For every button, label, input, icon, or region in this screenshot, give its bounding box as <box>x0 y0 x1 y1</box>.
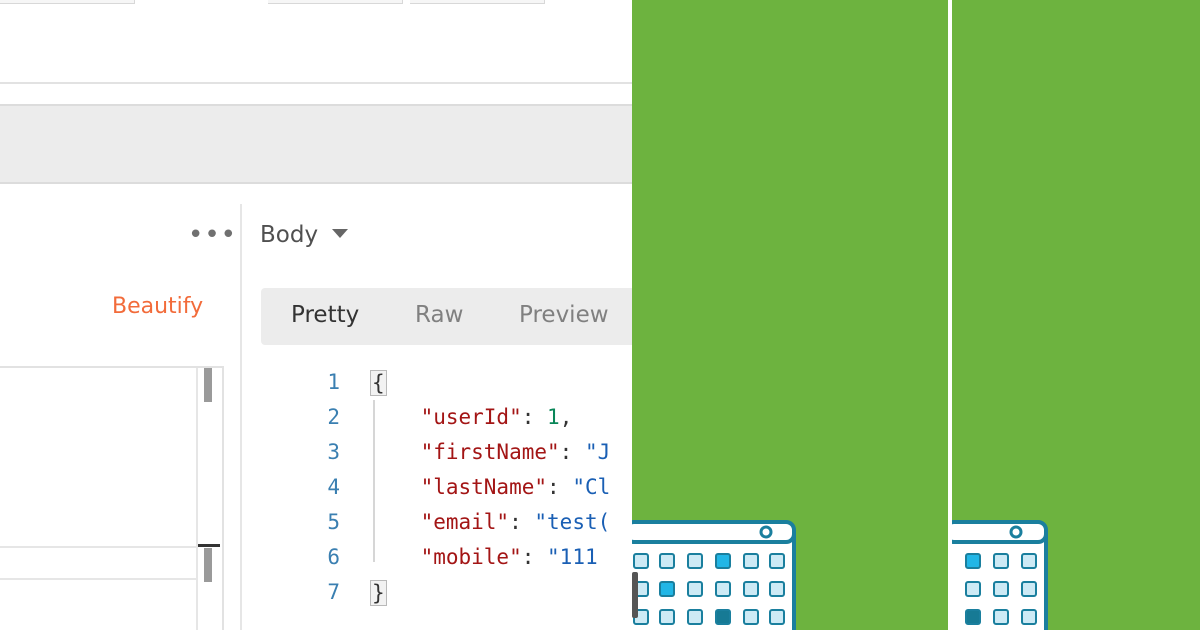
json-key: "email" <box>420 510 510 534</box>
code-line: "firstName": "J <box>420 440 611 464</box>
more-options-icon[interactable]: ••• <box>188 222 237 248</box>
caret-down-icon <box>332 229 349 238</box>
scroll-position-marker <box>198 544 220 547</box>
json-value: 1 <box>547 405 560 429</box>
response-code-view[interactable]: 1 2 3 4 5 6 7 { "userId": 1, "firstName"… <box>242 366 632 630</box>
json-value: "J <box>584 440 611 464</box>
code-line: "mobile": "111 <box>420 545 598 569</box>
code-line: "email": "test( <box>420 510 611 534</box>
request-body-pane: ••• Beautify <box>0 204 242 630</box>
json-key: "firstName" <box>420 440 560 464</box>
calendar-icon <box>632 520 796 630</box>
request-tab[interactable] <box>268 0 403 4</box>
code-line: { <box>370 370 387 396</box>
code-line: "lastName": "Cl <box>420 475 611 499</box>
scrollbar-thumb[interactable] <box>204 548 212 582</box>
json-value: "test( <box>534 510 611 534</box>
line-number: 7 <box>327 580 340 604</box>
line-number: 4 <box>327 475 340 499</box>
json-key: "userId" <box>420 405 522 429</box>
editor-scrollbar[interactable] <box>196 368 220 630</box>
body-dropdown[interactable]: Body <box>260 222 349 248</box>
close-brace: } <box>370 580 387 606</box>
beautify-button[interactable]: Beautify <box>112 294 203 319</box>
code-line: } <box>370 580 387 606</box>
editor-row-divider <box>0 546 196 548</box>
open-brace: { <box>370 370 387 396</box>
json-key: "mobile" <box>420 545 522 569</box>
toolbar-divider <box>0 82 632 84</box>
response-view-tabs: Pretty Raw Preview <box>261 288 632 345</box>
response-pane: Body Pretty Raw Preview 1 2 3 4 5 6 7 { … <box>242 204 632 630</box>
line-number: 6 <box>327 545 340 569</box>
request-tab[interactable] <box>410 0 545 4</box>
scrollbar-thumb[interactable] <box>204 368 212 402</box>
tab-raw[interactable]: Raw <box>415 302 463 328</box>
code-line: "userId": 1, <box>420 405 573 429</box>
promo-graphic <box>632 0 1200 630</box>
body-dropdown-label: Body <box>260 222 319 248</box>
json-value: "Cl <box>572 475 611 499</box>
tab-preview[interactable]: Preview <box>519 302 609 328</box>
request-body-editor[interactable] <box>0 366 224 630</box>
json-value: "111 <box>547 545 598 569</box>
editor-row-divider <box>0 578 196 580</box>
line-number: 2 <box>327 405 340 429</box>
url-bar-area[interactable] <box>0 104 632 184</box>
line-number: 5 <box>327 510 340 534</box>
request-tab[interactable] <box>0 0 135 4</box>
line-number: 3 <box>327 440 340 464</box>
json-key: "lastName" <box>420 475 548 499</box>
calendar-icon <box>952 520 1048 630</box>
api-client-window: ••• Beautify Body Pretty Raw Preview 1 2… <box>0 0 632 630</box>
tab-pretty[interactable]: Pretty <box>291 302 359 328</box>
line-number: 1 <box>327 370 340 394</box>
